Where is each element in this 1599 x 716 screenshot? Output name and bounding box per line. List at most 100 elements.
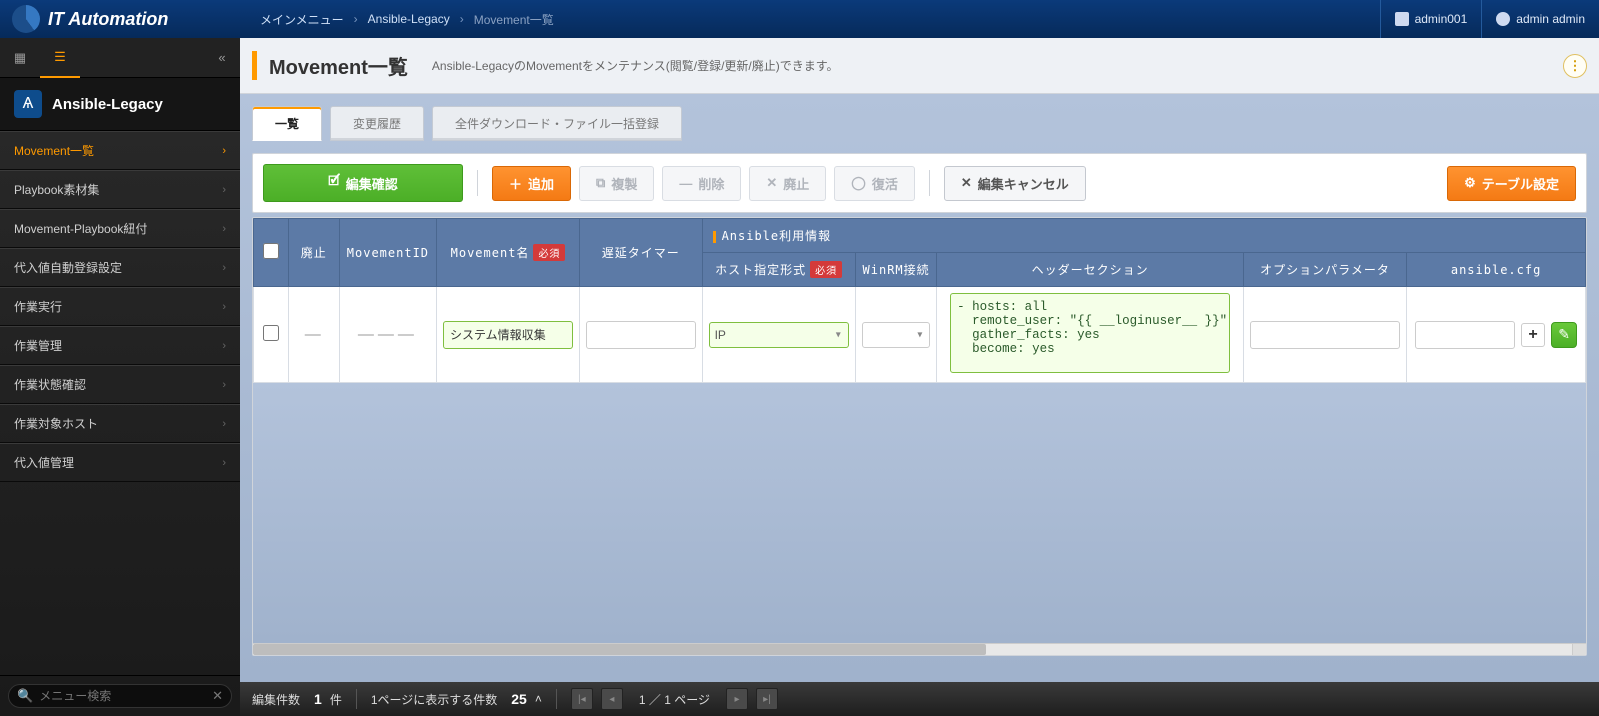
page-next-button[interactable]: ▸ (726, 688, 748, 710)
col-delay-timer: 遅延タイマー (580, 219, 703, 287)
separator (929, 170, 930, 196)
separator (477, 170, 478, 196)
sidebar-item-movement-playbook[interactable]: Movement-Playbook紐付› (0, 209, 240, 248)
host-format-select[interactable]: IP (709, 322, 849, 348)
page-first-button[interactable]: |◂ (571, 688, 593, 710)
product-name: IT Automation (48, 9, 168, 30)
workspace-menu[interactable]: admin001 (1380, 0, 1482, 38)
sidebar-menu: Movement一覧› Playbook素材集› Movement-Playbo… (0, 131, 240, 675)
col-host-format: ホスト指定形式必須 (702, 253, 855, 287)
chevron-right-icon: › (222, 223, 226, 235)
select-all-checkbox[interactable] (263, 243, 279, 259)
sidebar-item-target-host[interactable]: 作業対象ホスト› (0, 404, 240, 443)
required-badge: 必須 (533, 244, 565, 261)
horizontal-scrollbar[interactable] (253, 643, 1586, 655)
confirm-edit-button[interactable]: 🗹 編集確認 (263, 164, 463, 202)
logo-icon (12, 5, 40, 33)
file-edit-button[interactable]: ✎ (1551, 322, 1577, 348)
edit-count-value: 1 (314, 691, 322, 707)
col-option-param: オプションパラメータ (1243, 253, 1406, 287)
col-movement-id: MovementID (339, 219, 436, 287)
gear-icon: ⚙ (1464, 175, 1476, 191)
chevron-right-icon: › (460, 12, 464, 26)
delay-timer-input[interactable] (586, 321, 696, 349)
sidebar-item-movement-list[interactable]: Movement一覧› (0, 131, 240, 170)
sidebar-item-playbook[interactable]: Playbook素材集› (0, 170, 240, 209)
chevron-right-icon: › (222, 340, 226, 352)
sidebar: ▦ ☰ « Ѧ Ansible-Legacy Movement一覧› Playb… (0, 38, 240, 716)
close-icon: ✕ (961, 175, 972, 191)
discard-placeholder: — (305, 326, 323, 343)
chevron-right-icon: › (222, 301, 226, 313)
col-discard: 廃止 (288, 219, 339, 287)
workspace-icon (1395, 12, 1409, 26)
close-icon: ✕ (766, 175, 777, 191)
footer-bar: 編集件数 1 件 1ページに表示する件数 25 ˄ |◂ ◂ 1 ／ 1 ページ… (240, 682, 1599, 716)
user-icon (1496, 12, 1510, 26)
winrm-select[interactable] (862, 322, 931, 348)
tab-bulk[interactable]: 全件ダウンロード・ファイル一括登録 (432, 106, 682, 141)
col-header-section: ヘッダーセクション (937, 253, 1243, 287)
sidebar-tab-grid[interactable]: ▦ (0, 38, 40, 78)
data-table: 廃止 MovementID Movement名必須 遅延タイマー Ansible… (252, 217, 1587, 656)
page-prev-button[interactable]: ◂ (601, 688, 623, 710)
sidebar-item-job-manage[interactable]: 作業管理› (0, 326, 240, 365)
page-info: 1 ／ 1 ページ (639, 691, 710, 708)
cancel-edit-button[interactable]: ✕ 編集キャンセル (944, 166, 1086, 201)
movement-name-input[interactable] (443, 321, 573, 349)
page-description: Ansible-LegacyのMovementをメンテナンス(閲覧/登録/更新/… (432, 57, 839, 74)
col-group-ansible: Ansible利用情報 (702, 219, 1585, 253)
col-winrm: WinRM接続 (855, 253, 937, 287)
ansible-cfg-input[interactable] (1415, 321, 1515, 349)
clear-search-icon[interactable]: ✕ (212, 688, 223, 704)
file-add-button[interactable]: + (1521, 323, 1545, 347)
page-header: Movement一覧 Ansible-LegacyのMovementをメンテナン… (240, 38, 1599, 94)
chevron-right-icon: › (222, 457, 226, 469)
edit-count-label: 編集件数 (252, 691, 300, 708)
page-title: Movement一覧 (269, 51, 408, 80)
per-page-select[interactable]: 25 ˄ (511, 691, 542, 707)
breadcrumb-module[interactable]: Ansible-Legacy (368, 12, 450, 26)
sidebar-item-exec[interactable]: 作業実行› (0, 287, 240, 326)
scroll-right-button[interactable] (1572, 644, 1586, 655)
tab-list[interactable]: 一覧 (252, 106, 322, 141)
menu-search-input[interactable] (39, 689, 212, 703)
scrollbar-thumb[interactable] (253, 644, 986, 655)
copy-button: ⧉ 複製 (579, 166, 654, 201)
minus-icon: — (679, 176, 692, 191)
tab-history[interactable]: 変更履歴 (330, 106, 424, 141)
row-checkbox[interactable] (263, 325, 279, 341)
sidebar-item-auto-register[interactable]: 代入値自動登録設定› (0, 248, 240, 287)
sidebar-item-value-manage[interactable]: 代入値管理› (0, 443, 240, 482)
sidebar-title: Ѧ Ansible-Legacy (0, 78, 240, 131)
sidebar-collapse[interactable]: « (204, 50, 240, 65)
breadcrumb: メインメニュー › Ansible-Legacy › Movement一覧 (240, 11, 554, 28)
chevron-right-icon: › (222, 184, 226, 196)
add-button[interactable]: ＋ 追加 (492, 166, 571, 201)
col-movement-name: Movement名必須 (437, 219, 580, 287)
toolbar: 🗹 編集確認 ＋ 追加 ⧉ 複製 — 削除 ✕ 廃止 ◯ 復活 (252, 153, 1587, 213)
plus-icon: ＋ (509, 174, 522, 193)
header-bar: IT Automation メインメニュー › Ansible-Legacy ›… (0, 0, 1599, 38)
discard-button: ✕ 廃止 (749, 166, 826, 201)
main: Movement一覧 Ansible-LegacyのMovementをメンテナン… (240, 38, 1599, 716)
sidebar-tab-list[interactable]: ☰ (40, 38, 80, 78)
content-tabs: 一覧 変更履歴 全件ダウンロード・ファイル一括登録 (252, 106, 1587, 141)
copy-icon: ⧉ (596, 175, 605, 191)
table-empty-space (253, 383, 1586, 643)
chevron-right-icon: › (354, 12, 358, 26)
restore-button: ◯ 復活 (834, 166, 915, 201)
user-menu[interactable]: admin admin (1481, 0, 1599, 38)
module-icon: Ѧ (14, 90, 42, 118)
check-icon: 🗹 (328, 172, 340, 194)
restore-icon: ◯ (851, 175, 866, 191)
logo[interactable]: IT Automation (0, 0, 240, 38)
required-badge: 必須 (810, 261, 842, 278)
sidebar-item-job-status[interactable]: 作業状態確認› (0, 365, 240, 404)
breadcrumb-main[interactable]: メインメニュー (260, 11, 344, 28)
page-last-button[interactable]: ▸| (756, 688, 778, 710)
option-param-input[interactable] (1250, 321, 1400, 349)
table-settings-button[interactable]: ⚙ テーブル設定 (1447, 166, 1576, 201)
header-section-textarea[interactable] (950, 293, 1230, 373)
page-actions-menu[interactable]: ⋮ (1563, 54, 1587, 78)
